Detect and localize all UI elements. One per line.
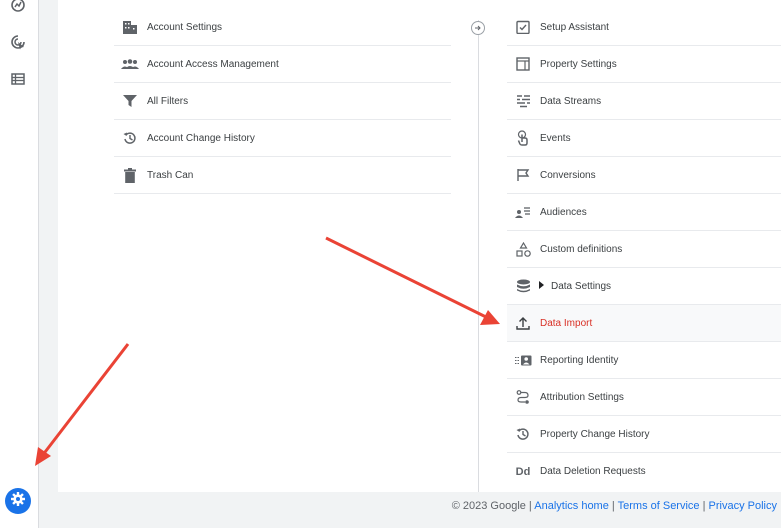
upload-icon: [507, 316, 539, 330]
footer-separator: |: [608, 500, 618, 512]
dd-icon: Dd: [507, 466, 539, 478]
streams-icon: [507, 94, 539, 108]
account-history-label: Account Change History: [147, 132, 255, 144]
trash-icon: [114, 167, 146, 183]
analytics-home-link[interactable]: Analytics home: [534, 500, 609, 512]
property-history-label: Property Change History: [540, 428, 650, 440]
all-filters-item[interactable]: All Filters: [114, 83, 451, 120]
all-filters-label: All Filters: [147, 95, 189, 107]
account-settings-item[interactable]: Account Settings: [114, 9, 451, 46]
privacy-policy-link[interactable]: Privacy Policy: [709, 500, 777, 512]
reporting-identity-item[interactable]: Reporting Identity: [507, 342, 781, 379]
trash-can-item[interactable]: Trash Can: [114, 157, 451, 194]
window-icon: [507, 57, 539, 71]
reporting-identity-label: Reporting Identity: [540, 354, 619, 366]
account-settings-label: Account Settings: [147, 21, 223, 33]
touch-icon: [507, 130, 539, 146]
shapes-icon: [507, 241, 539, 257]
data-streams-label: Data Streams: [540, 95, 602, 107]
data-import-label: Data Import: [540, 317, 593, 329]
property-settings-item[interactable]: Property Settings: [507, 46, 781, 83]
property-settings-label: Property Settings: [540, 58, 617, 70]
database-icon: [507, 279, 539, 293]
setup-assistant-item[interactable]: Setup Assistant: [507, 9, 781, 46]
account-access-management-item[interactable]: Account Access Management: [114, 46, 451, 83]
people-icon: [114, 58, 146, 70]
configure-icon[interactable]: [7, 68, 29, 90]
column-divider: [478, 20, 479, 492]
building-icon: [114, 20, 146, 34]
property-column: Setup Assistant Property Settings Data S…: [507, 9, 781, 490]
data-streams-item[interactable]: Data Streams: [507, 83, 781, 120]
explore-icon[interactable]: [7, 0, 29, 16]
attribution-settings-label: Attribution Settings: [540, 391, 624, 403]
dd-icon-text: Dd: [515, 465, 531, 478]
checklist-icon: [507, 20, 539, 34]
setup-assistant-label: Setup Assistant: [540, 21, 609, 33]
account-access-label: Account Access Management: [147, 58, 279, 70]
data-deletion-label: Data Deletion Requests: [540, 466, 646, 477]
data-deletion-requests-item[interactable]: Dd Data Deletion Requests: [507, 453, 781, 490]
data-settings-item[interactable]: Data Settings: [507, 268, 781, 305]
copyright-text: © 2023 Google |: [451, 500, 535, 512]
account-change-history-item[interactable]: Account Change History: [114, 120, 451, 157]
footer-separator: |: [699, 500, 709, 512]
filter-icon: [114, 95, 146, 107]
attribution-icon: [507, 390, 539, 404]
attribution-settings-item[interactable]: Attribution Settings: [507, 379, 781, 416]
custom-definitions-label: Custom definitions: [540, 243, 623, 255]
trash-can-label: Trash Can: [147, 169, 194, 181]
events-label: Events: [540, 132, 571, 144]
left-navigation: [0, 0, 39, 528]
expand-triangle-icon[interactable]: [539, 280, 544, 292]
account-column: Account Settings Account Access Manageme…: [114, 9, 451, 194]
history-icon: [114, 131, 146, 145]
data-settings-label: Data Settings: [551, 280, 612, 292]
history-icon: [507, 427, 539, 441]
custom-definitions-item[interactable]: Custom definitions: [507, 231, 781, 268]
footer: © 2023 Google | Analytics home | Terms o…: [0, 500, 777, 512]
audiences-item[interactable]: Audiences: [507, 194, 781, 231]
events-item[interactable]: Events: [507, 120, 781, 157]
audiences-label: Audiences: [540, 206, 587, 218]
flag-icon: [507, 168, 539, 182]
property-change-history-item[interactable]: Property Change History: [507, 416, 781, 453]
conversions-label: Conversions: [540, 169, 596, 181]
terms-of-service-link[interactable]: Terms of Service: [618, 500, 700, 512]
data-import-item[interactable]: Data Import: [507, 305, 781, 342]
identity-icon: [507, 355, 539, 366]
conversions-item[interactable]: Conversions: [507, 157, 781, 194]
advertising-icon[interactable]: [7, 31, 29, 53]
arrow-right-icon: [471, 21, 485, 35]
audience-icon: [507, 206, 539, 219]
admin-content: Account Settings Account Access Manageme…: [58, 0, 781, 492]
